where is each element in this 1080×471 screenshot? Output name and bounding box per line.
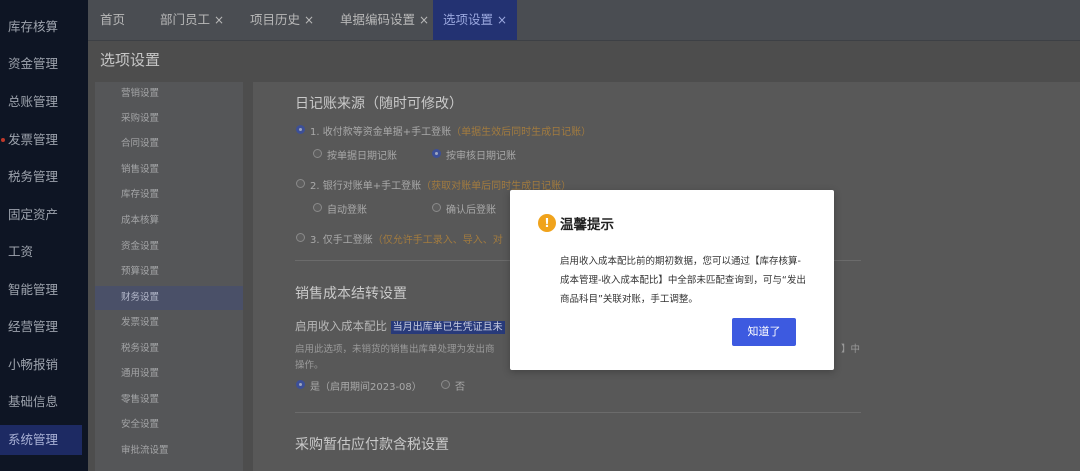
- opt1-note: （单据生效后同时生成日记账）: [451, 127, 592, 138]
- radio-opt1-sub-b[interactable]: [432, 149, 441, 158]
- radio-no[interactable]: [441, 380, 450, 389]
- tab-project-history[interactable]: 项目历史 ×: [250, 0, 314, 40]
- opt3-text: 3. 仅手工登账（仅允许手工录入、导入、对: [310, 231, 503, 246]
- nav-item-expense-reimbursement[interactable]: 小畅报销: [0, 350, 88, 380]
- submenu-item-inventory[interactable]: 库存设置: [95, 183, 243, 207]
- cost-match-label: 启用收入成本配比 当月出库单已生凭证且未: [295, 318, 505, 334]
- tab-bar: 首页 部门员工 × 项目历史 × 单据编码设置 × 选项设置 ×: [88, 0, 1080, 41]
- radio-yes[interactable]: [296, 380, 305, 389]
- opt3-label: 3. 仅手工登账: [310, 235, 373, 246]
- submenu-item-costing[interactable]: 成本核算: [95, 209, 243, 233]
- nav-item-fixed-assets[interactable]: 固定资产: [0, 200, 88, 230]
- opt1-sub-a-label: 按单据日期记账: [327, 151, 397, 162]
- section-divider: [295, 412, 861, 413]
- no-label: 否: [455, 382, 465, 393]
- submenu-item-security[interactable]: 安全设置: [95, 413, 243, 437]
- submenu-item-tax[interactable]: 税务设置: [95, 337, 243, 361]
- section-title-journal-source: 日记账来源（随时可修改）: [295, 96, 463, 112]
- nav-item-tax-management[interactable]: 税务管理: [0, 162, 88, 192]
- radio-opt2-sub-b[interactable]: [432, 203, 441, 212]
- radio-opt3[interactable]: [296, 233, 305, 242]
- submenu-item-marketing[interactable]: 营销设置: [95, 82, 243, 106]
- radio-opt1[interactable]: [296, 125, 305, 134]
- section-title-sales-cost: 销售成本结转设置: [295, 286, 407, 302]
- radio-opt1-sub-a[interactable]: [313, 149, 322, 158]
- dialog-message: 启用收入成本配比前的期初数据，您可以通过【库存核算-成本管理-收入成本配比】中全…: [560, 256, 806, 305]
- radio-opt2-sub-a[interactable]: [313, 203, 322, 212]
- tab-document-code-settings[interactable]: 单据编码设置 ×: [340, 0, 429, 40]
- tab-department-staff[interactable]: 部门员工 ×: [160, 0, 224, 40]
- cost-match-highlight: 当月出库单已生凭证且未: [390, 321, 505, 334]
- submenu-item-sales[interactable]: 销售设置: [95, 158, 243, 182]
- opt3-note: （仅允许手工录入、导入、对: [372, 235, 503, 246]
- nav-item-smart-management[interactable]: 智能管理: [0, 275, 88, 305]
- settings-submenu: 营销设置 采购设置 合同设置 销售设置 库存设置 成本核算 资金设置 预算设置 …: [95, 82, 243, 471]
- warning-icon: !: [538, 214, 556, 232]
- nav-item-system-management[interactable]: 系统管理: [0, 425, 82, 455]
- yes-label: 是（启用期间2023-08）: [310, 382, 422, 393]
- submenu-item-finance[interactable]: 财务设置: [95, 286, 243, 310]
- tab-label: 首页: [100, 12, 126, 27]
- submenu-item-purchase[interactable]: 采购设置: [95, 107, 243, 131]
- submenu-item-approval-flow[interactable]: 审批流设置: [95, 439, 243, 463]
- opt1-sub-b-label: 按审核日期记账: [446, 151, 516, 162]
- tab-label: 单据编码设置: [340, 12, 416, 27]
- close-icon[interactable]: ×: [497, 13, 507, 27]
- nav-item-payroll[interactable]: 工资: [0, 237, 88, 267]
- nav-item-invoice-management[interactable]: 发票管理: [0, 125, 88, 155]
- dialog-title: 温馨提示: [560, 217, 614, 233]
- cost-match-desc-2: 操作。: [295, 360, 324, 371]
- opt2-sub-b-label: 确认后登账: [446, 205, 496, 216]
- close-icon[interactable]: ×: [419, 13, 429, 27]
- tab-label: 部门员工: [160, 12, 211, 27]
- tab-label: 项目历史: [250, 12, 301, 27]
- main-sidebar: 库存核算 资金管理 总账管理 发票管理 税务管理 固定资产 工资 智能管理 经营…: [0, 0, 88, 471]
- opt1-text: 1. 收付款等资金单据+手工登账（单据生效后同时生成日记账）: [310, 123, 591, 138]
- section-title-purchase-estimate: 采购暂估应付款含税设置: [295, 437, 449, 453]
- nav-item-basic-info[interactable]: 基础信息: [0, 387, 88, 417]
- close-icon[interactable]: ×: [304, 13, 314, 27]
- close-icon[interactable]: ×: [214, 13, 224, 27]
- tab-option-settings[interactable]: 选项设置 ×: [433, 0, 518, 40]
- page-title: 选项设置: [88, 41, 1080, 79]
- submenu-item-retail[interactable]: 零售设置: [95, 388, 243, 412]
- opt1-label: 1. 收付款等资金单据+手工登账: [310, 127, 452, 138]
- tab-home[interactable]: 首页: [100, 0, 125, 40]
- notification-dot: [1, 138, 5, 142]
- submenu-item-funds[interactable]: 资金设置: [95, 235, 243, 259]
- radio-opt2[interactable]: [296, 179, 305, 188]
- submenu-item-general[interactable]: 通用设置: [95, 362, 243, 386]
- cost-match-label-text: 启用收入成本配比: [295, 319, 387, 333]
- nav-item-general-ledger[interactable]: 总账管理: [0, 87, 88, 117]
- nav-item-inventory-accounting[interactable]: 库存核算: [0, 12, 88, 42]
- submenu-item-contract[interactable]: 合同设置: [95, 132, 243, 156]
- opt2-sub-a-label: 自动登账: [327, 205, 367, 216]
- tip-dialog: ! 温馨提示 启用收入成本配比前的期初数据，您可以通过【库存核算-成本管理-收入…: [510, 190, 834, 370]
- acknowledge-button[interactable]: 知道了: [732, 318, 796, 346]
- submenu-item-invoice[interactable]: 发票设置: [95, 311, 243, 335]
- cost-match-desc-1-end: 】中: [841, 344, 861, 355]
- nav-item-business-management[interactable]: 经营管理: [0, 312, 88, 342]
- nav-item-fund-management[interactable]: 资金管理: [0, 49, 88, 79]
- submenu-item-budget[interactable]: 预算设置: [95, 260, 243, 284]
- cost-match-desc-1: 启用此选项，未销货的销售出库单处理为发出商: [295, 344, 495, 355]
- tab-label: 选项设置: [443, 12, 494, 27]
- nav-item-label: 发票管理: [8, 132, 59, 147]
- opt2-label: 2. 银行对账单+手工登账: [310, 181, 422, 192]
